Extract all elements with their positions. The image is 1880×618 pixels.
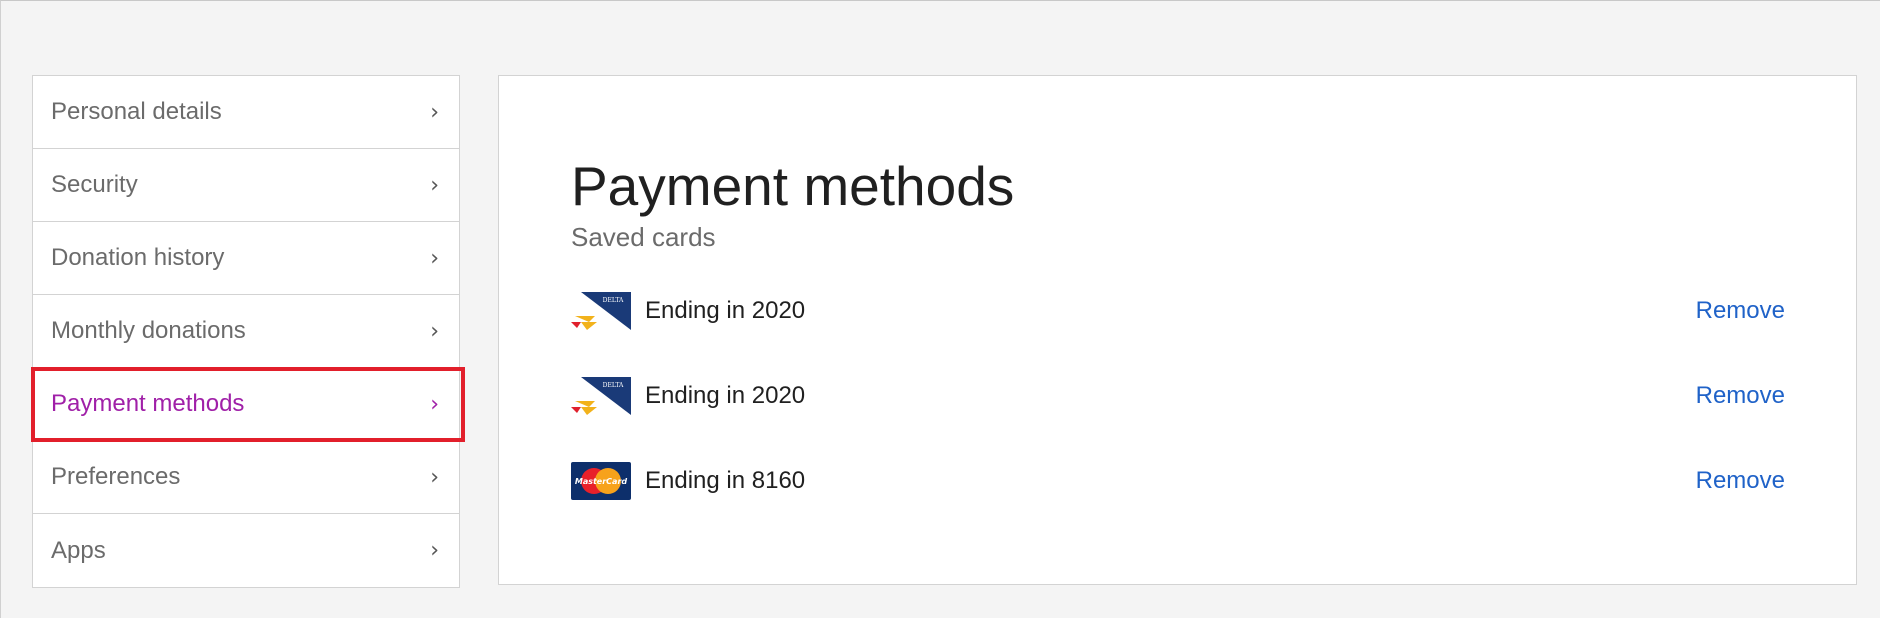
svg-text:DELTA: DELTA	[603, 382, 624, 389]
chevron-right-icon: ›	[430, 245, 439, 271]
sidebar-item-personal-details[interactable]: Personal details ›	[33, 76, 459, 149]
chevron-right-icon: ›	[430, 464, 439, 490]
account-sidebar: Personal details › Security › Donation h…	[31, 75, 465, 588]
sidebar-item-label: Preferences	[51, 463, 181, 490]
card-description: Ending in 2020	[645, 382, 806, 409]
sidebar-item-label: Payment methods	[51, 390, 245, 417]
sidebar-item-label: Donation history	[51, 244, 225, 271]
sidebar-item-label: Apps	[51, 536, 106, 564]
saved-card-row: DELTA Ending in 2020 Remove	[571, 374, 1785, 418]
remove-card-link[interactable]: Remove	[1696, 467, 1785, 495]
sidebar-item-label: Security	[51, 171, 138, 198]
mastercard-icon: MasterCard	[571, 462, 631, 500]
saved-card-row: MasterCard Ending in 8160 Remove	[571, 459, 1785, 503]
sidebar-item-apps[interactable]: Apps ›	[33, 514, 459, 587]
chevron-right-icon: ›	[430, 318, 439, 344]
sidebar-item-payment-methods[interactable]: Payment methods ›	[31, 367, 465, 442]
remove-card-link[interactable]: Remove	[1696, 297, 1785, 325]
chevron-right-icon: ›	[430, 99, 439, 125]
sidebar-item-monthly-donations[interactable]: Monthly donations ›	[33, 295, 459, 368]
sidebar-item-preferences[interactable]: Preferences ›	[33, 441, 459, 514]
svg-text:MasterCard: MasterCard	[575, 477, 628, 486]
sidebar-item-label: Personal details	[51, 98, 222, 125]
svg-text:DELTA: DELTA	[603, 297, 624, 304]
saved-card-row: DELTA Ending in 2020 Remove	[571, 289, 1785, 333]
delta-card-icon: DELTA	[571, 292, 631, 330]
sidebar-item-donation-history[interactable]: Donation history ›	[33, 222, 459, 295]
section-subtitle: Saved cards	[571, 222, 716, 252]
sidebar-item-security[interactable]: Security ›	[33, 149, 459, 222]
payment-methods-panel: Payment methods Saved cards DELTA Ending…	[498, 75, 1857, 585]
card-description: Ending in 2020	[645, 297, 806, 324]
chevron-right-icon: ›	[430, 391, 439, 417]
page-title: Payment methods	[571, 155, 1015, 217]
chevron-right-icon: ›	[430, 538, 439, 563]
remove-card-link[interactable]: Remove	[1696, 382, 1785, 410]
sidebar-item-label: Monthly donations	[51, 317, 246, 344]
card-description: Ending in 8160	[645, 467, 806, 494]
delta-card-icon: DELTA	[571, 377, 631, 415]
chevron-right-icon: ›	[430, 172, 439, 198]
